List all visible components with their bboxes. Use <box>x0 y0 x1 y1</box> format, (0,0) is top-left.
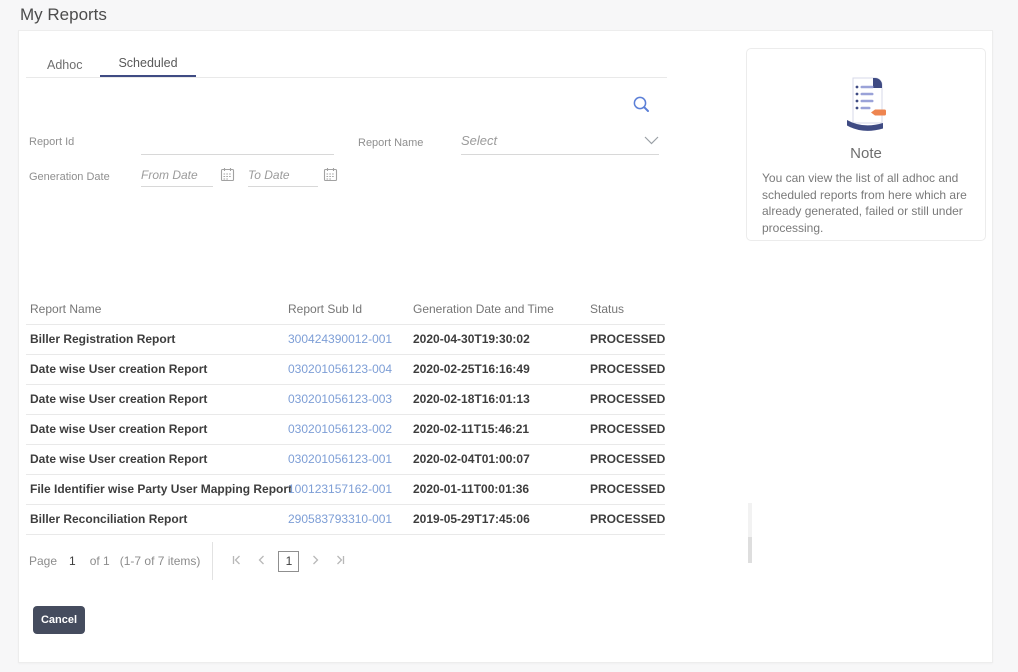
report-sub-id-link[interactable]: 030201056123-003 <box>288 392 392 406</box>
scrollbar-thumb[interactable] <box>748 537 752 563</box>
col-header-status: Status <box>590 294 665 325</box>
tab-bar: Adhoc Scheduled <box>29 51 196 78</box>
tab-scheduled[interactable]: Scheduled <box>100 51 196 78</box>
report-sub-id-link[interactable]: 100123157162-001 <box>288 482 392 496</box>
from-date-calendar-button[interactable] <box>219 167 236 184</box>
report-sub-id-link[interactable]: 290583793310-001 <box>288 512 392 526</box>
report-sub-id-link[interactable]: 030201056123-001 <box>288 452 392 466</box>
status-badge: PROCESSED <box>590 504 665 535</box>
calendar-icon <box>220 168 235 185</box>
next-page-icon <box>309 554 321 569</box>
table-row: Date wise User creation Report 030201056… <box>26 354 665 385</box>
table-row: Date wise User creation Report 030201056… <box>26 384 665 415</box>
current-page-box[interactable]: 1 <box>278 550 300 572</box>
to-date-field-wrap <box>248 163 318 187</box>
cell-report-name: Date wise User creation Report <box>26 444 288 475</box>
page-label: Page <box>29 554 58 568</box>
report-id-input[interactable] <box>141 131 334 154</box>
report-document-icon <box>747 76 985 137</box>
report-sub-id-link[interactable]: 030201056123-002 <box>288 422 392 436</box>
note-body-text: You can view the list of all adhoc and s… <box>762 171 967 235</box>
cell-report-name: Date wise User creation Report <box>26 414 288 445</box>
to-date-calendar-button[interactable] <box>322 167 339 184</box>
cell-report-name: Date wise User creation Report <box>26 354 288 385</box>
from-date-input[interactable] <box>141 163 213 186</box>
report-sub-id-link[interactable]: 030201056123-004 <box>288 362 392 376</box>
cell-generation-date: 2020-02-18T16:01:13 <box>413 384 590 415</box>
tab-adhoc[interactable]: Adhoc <box>29 51 100 78</box>
table-row: Biller Registration Report 300424390012-… <box>26 324 665 355</box>
reports-table: Report Name Report Sub Id Generation Dat… <box>26 294 665 535</box>
first-page-icon <box>230 554 242 569</box>
status-badge: PROCESSED <box>590 324 665 355</box>
next-page-button[interactable] <box>302 548 328 574</box>
previous-page-button[interactable] <box>249 548 275 574</box>
calendar-icon <box>323 168 338 185</box>
cancel-button[interactable]: Cancel <box>33 606 85 634</box>
pagination-bar: Page 1 of 1 (1-7 of 7 items) 1 <box>29 542 354 580</box>
table-row: Date wise User creation Report 030201056… <box>26 444 665 475</box>
status-badge: PROCESSED <box>590 444 665 475</box>
last-page-button[interactable] <box>328 548 354 574</box>
report-sub-id-link[interactable]: 300424390012-001 <box>288 332 392 346</box>
cell-report-name: Biller Registration Report <box>26 324 288 355</box>
cell-generation-date: 2020-01-11T00:01:36 <box>413 474 590 505</box>
table-row: Date wise User creation Report 030201056… <box>26 414 665 445</box>
col-header-generation-date: Generation Date and Time <box>413 294 590 325</box>
note-panel: Note You can view the list of all adhoc … <box>746 48 986 241</box>
report-id-field-wrap <box>141 131 334 155</box>
vertical-scrollbar[interactable] <box>748 503 752 563</box>
reports-card: Adhoc Scheduled Report Id Report Name Se… <box>18 30 993 663</box>
to-date-input[interactable] <box>248 163 318 186</box>
page-title: My Reports <box>20 5 107 24</box>
status-badge: PROCESSED <box>590 354 665 385</box>
table-row: Biller Reconciliation Report 29058379331… <box>26 504 665 535</box>
report-name-label: Report Name <box>358 137 424 149</box>
pagination-separator <box>212 542 214 580</box>
items-count-text: (1-7 of 7 items) <box>119 554 201 568</box>
status-badge: PROCESSED <box>590 474 665 505</box>
status-badge: PROCESSED <box>590 414 665 445</box>
table-row: File Identifier wise Party User Mapping … <box>26 474 665 505</box>
cell-report-name: File Identifier wise Party User Mapping … <box>26 474 292 505</box>
cell-generation-date: 2019-05-29T17:45:06 <box>413 504 590 535</box>
report-name-select[interactable]: Select <box>461 127 659 155</box>
cell-generation-date: 2020-02-25T16:16:49 <box>413 354 590 385</box>
previous-page-icon <box>256 554 268 569</box>
first-page-button[interactable] <box>223 548 249 574</box>
cell-generation-date: 2020-02-11T15:46:21 <box>413 414 590 445</box>
from-date-field-wrap <box>141 163 213 187</box>
search-button[interactable] <box>629 93 655 119</box>
cell-generation-date: 2020-04-30T19:30:02 <box>413 324 590 355</box>
page-number-input[interactable]: 1 <box>69 554 76 568</box>
col-header-report-name: Report Name <box>26 294 288 325</box>
report-id-label: Report Id <box>29 136 75 148</box>
note-title: Note <box>850 145 882 162</box>
cell-generation-date: 2020-02-04T01:00:07 <box>413 444 590 475</box>
search-icon <box>631 96 653 119</box>
report-name-selected-value: Select <box>461 133 498 148</box>
table-header-row: Report Name Report Sub Id Generation Dat… <box>26 294 665 325</box>
status-badge: PROCESSED <box>590 384 665 415</box>
col-header-report-sub-id: Report Sub Id <box>288 294 413 325</box>
last-page-icon <box>335 554 347 569</box>
chevron-down-icon <box>644 132 659 150</box>
tab-divider <box>26 77 667 78</box>
generation-date-label: Generation Date <box>29 171 110 183</box>
cell-report-name: Biller Reconciliation Report <box>26 504 288 535</box>
my-reports-screen: My Reports Adhoc Scheduled Report Id Rep… <box>0 0 1018 672</box>
cell-report-name: Date wise User creation Report <box>26 384 288 415</box>
page-of-text: of 1 <box>89 554 110 568</box>
